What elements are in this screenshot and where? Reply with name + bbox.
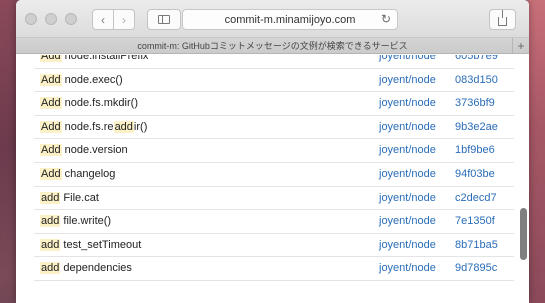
repo-link[interactable]: joyent/node — [379, 239, 436, 251]
repo-link[interactable]: joyent/node — [379, 74, 436, 86]
message-text: node.fs.mkdir() — [61, 97, 138, 110]
commit-sha-link[interactable]: c2decd7 — [455, 192, 497, 204]
desktop-wallpaper — [527, 0, 545, 303]
scrollbar-thumb[interactable] — [520, 208, 527, 260]
close-window-button[interactable] — [25, 13, 37, 25]
keyword-highlight: add — [40, 191, 61, 204]
keyword-highlight: add — [113, 120, 134, 133]
commit-message: add File.cat — [40, 191, 99, 204]
commit-sha-link[interactable]: 7e1350f — [455, 215, 495, 227]
commit-message: Add node.exec() — [40, 73, 123, 86]
message-text: file.write() — [60, 215, 112, 228]
commit-message: Add node.version — [40, 144, 128, 157]
table-row: Add node.version joyent/node 1bf9be6 — [34, 139, 514, 163]
table-row: add File.cat joyent/node c2decd7 — [34, 187, 514, 211]
message-text: ir() — [133, 120, 148, 133]
table-row: Add node.exec() joyent/node 083d150 — [34, 69, 514, 93]
message-text: File.cat — [60, 191, 99, 204]
keyword-highlight: add — [40, 215, 61, 228]
message-text: changelog — [61, 167, 116, 180]
keyword-highlight: Add — [40, 144, 62, 157]
table-row: Add node.installPrefix joyent/node 605b7e9 — [34, 55, 514, 69]
message-text: node.installPrefix — [61, 55, 149, 62]
commit-message: Add node.fs.mkdir() — [40, 97, 138, 110]
zoom-window-button[interactable] — [65, 13, 77, 25]
sidebar-toggle-button[interactable] — [147, 9, 181, 30]
share-icon — [498, 9, 507, 26]
new-tab-button[interactable]: + — [512, 38, 529, 53]
repo-link[interactable]: joyent/node — [379, 55, 436, 62]
share-button[interactable] — [489, 9, 516, 30]
commit-sha-link[interactable]: 1bf9be6 — [455, 144, 495, 156]
commit-sha-link[interactable]: 94f03be — [455, 168, 495, 180]
repo-link[interactable]: joyent/node — [379, 144, 436, 156]
commit-sha-link[interactable]: 083d150 — [455, 74, 498, 86]
results-page: Add node.installPrefix joyent/node 605b7e9… — [16, 55, 529, 303]
table-row: Add node.fs.mkdir() joyent/node 3736bf9 — [34, 92, 514, 116]
commit-message: Add node.fs.readdir() — [40, 120, 148, 133]
sidebar-icon — [158, 15, 170, 24]
back-button[interactable]: ‹ — [92, 9, 114, 30]
table-row: add file.write() joyent/node 7e1350f — [34, 210, 514, 234]
forward-button[interactable]: › — [113, 9, 135, 30]
address-bar[interactable]: commit-m.minamijoyo.com ↻ — [182, 9, 398, 30]
repo-link[interactable]: joyent/node — [379, 121, 436, 133]
keyword-highlight: Add — [40, 97, 62, 110]
table-row: Add changelog joyent/node 94f03be — [34, 163, 514, 187]
message-text: node.exec() — [61, 73, 123, 86]
commit-sha-link[interactable]: 9b3e2ae — [455, 121, 498, 133]
commit-message: add dependencies — [40, 262, 132, 275]
commit-message: add test_setTimeout — [40, 238, 142, 251]
results-table: Add node.installPrefix joyent/node 605b7e9… — [34, 55, 514, 281]
commit-message: add file.write() — [40, 215, 112, 228]
keyword-highlight: add — [40, 262, 61, 275]
repo-link[interactable]: joyent/node — [379, 215, 436, 227]
address-text: commit-m.minamijoyo.com — [224, 13, 356, 26]
commit-sha-link[interactable]: 8b71ba5 — [455, 239, 498, 251]
message-text: test_setTimeout — [60, 238, 142, 251]
keyword-highlight: Add — [40, 120, 62, 133]
repo-link[interactable]: joyent/node — [379, 97, 436, 109]
tab-bar: commit-m: GitHubコミットメッセージの文例が検索できるサービス + — [16, 38, 529, 54]
message-text: node.version — [61, 144, 128, 157]
table-row: add dependencies joyent/node 9d7895c — [34, 257, 514, 281]
message-text: node.fs.re — [61, 120, 114, 133]
tab-title[interactable]: commit-m: GitHubコミットメッセージの文例が検索できるサービス — [137, 39, 407, 52]
keyword-highlight: Add — [40, 167, 62, 180]
repo-link[interactable]: joyent/node — [379, 168, 436, 180]
commit-message: Add node.installPrefix — [40, 55, 148, 62]
browser-toolbar: ‹ › commit-m.minamijoyo.com ↻ — [16, 0, 529, 38]
commit-sha-link[interactable]: 9d7895c — [455, 262, 497, 274]
keyword-highlight: Add — [40, 73, 62, 86]
chevron-left-icon: ‹ — [101, 12, 105, 27]
message-text: dependencies — [60, 262, 132, 275]
repo-link[interactable]: joyent/node — [379, 192, 436, 204]
chevron-right-icon: › — [122, 12, 126, 27]
minimize-window-button[interactable] — [45, 13, 57, 25]
keyword-highlight: add — [40, 238, 61, 251]
commit-sha-link[interactable]: 605b7e9 — [455, 55, 498, 62]
repo-link[interactable]: joyent/node — [379, 262, 436, 274]
keyword-highlight: Add — [40, 55, 62, 62]
commit-sha-link[interactable]: 3736bf9 — [455, 97, 495, 109]
reload-icon[interactable]: ↻ — [381, 12, 391, 26]
commit-message: Add changelog — [40, 167, 116, 180]
browser-window: ‹ › commit-m.minamijoyo.com ↻ commit-m: … — [16, 0, 529, 303]
table-row: add test_setTimeout joyent/node 8b71ba5 — [34, 234, 514, 258]
plus-icon: + — [517, 38, 525, 53]
table-row: Add node.fs.readdir() joyent/node 9b3e2ae — [34, 116, 514, 140]
